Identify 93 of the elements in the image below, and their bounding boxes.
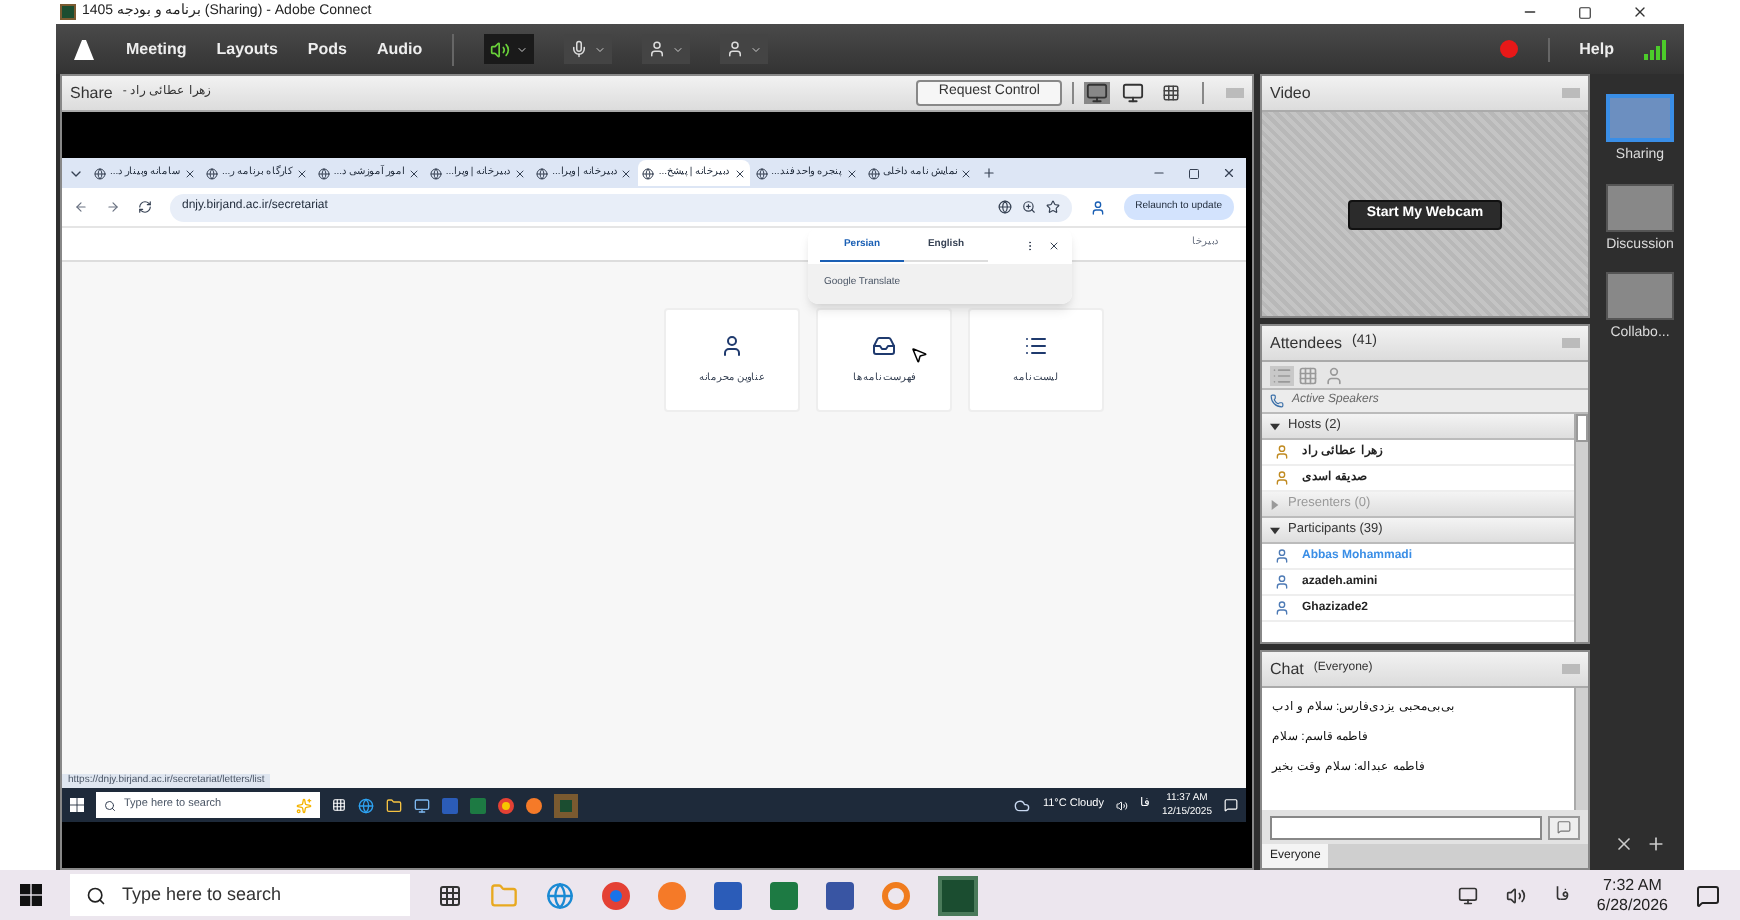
notification-icon[interactable] — [1696, 883, 1720, 907]
close-tab-icon[interactable] — [514, 167, 527, 179]
menu-item[interactable]: Meeting — [126, 37, 187, 61]
volume-icon[interactable] — [1506, 885, 1527, 905]
signal-icon — [1644, 39, 1668, 59]
attendee-icon — [1274, 470, 1290, 486]
menu-item[interactable]: Pods — [307, 37, 347, 61]
close-tab-icon[interactable] — [407, 167, 420, 179]
caret-icon — [750, 43, 763, 55]
search-icon — [104, 799, 116, 811]
search-field[interactable]: Type here to search — [70, 874, 410, 916]
language-indicator[interactable]: فا — [1554, 881, 1569, 909]
sparkle-icon — [296, 797, 312, 813]
layout-thumbnail[interactable] — [1606, 272, 1674, 320]
scrollbar[interactable] — [1574, 688, 1588, 810]
globe-icon — [755, 167, 768, 179]
close-icon[interactable] — [1614, 834, 1634, 854]
caret-icon — [516, 43, 529, 55]
collapsed-triangle-icon — [1270, 499, 1280, 509]
new-tab-icon[interactable] — [982, 166, 997, 180]
pod-title: Chat — [1270, 657, 1304, 681]
maximize-icon[interactable] — [1578, 5, 1592, 19]
volume-icon[interactable] — [1115, 799, 1128, 811]
folder-icon[interactable] — [386, 797, 402, 813]
close-tab-icon[interactable] — [183, 167, 196, 179]
translate-icon[interactable] — [997, 200, 1012, 214]
close-icon[interactable] — [1222, 166, 1236, 180]
menu-item[interactable]: Layouts — [216, 37, 278, 61]
caret-icon — [672, 43, 685, 55]
globe-icon — [205, 167, 218, 179]
add-icon[interactable] — [1646, 834, 1666, 854]
profile-icon[interactable] — [1089, 199, 1106, 215]
windows-start-icon[interactable] — [70, 798, 84, 812]
layout-thumbnail[interactable] — [1606, 94, 1674, 142]
close-tab-icon[interactable] — [620, 167, 633, 179]
close-icon[interactable] — [1048, 240, 1060, 252]
attendee-icon — [1274, 600, 1290, 616]
webcam-icon — [648, 40, 667, 58]
pod-title: Attendees — [1270, 331, 1343, 355]
chat-input[interactable] — [1270, 815, 1542, 839]
send-button[interactable] — [1548, 815, 1580, 839]
bookmark-star-icon[interactable] — [1045, 200, 1060, 214]
speaker-button[interactable] — [484, 34, 535, 64]
mouse-cursor-icon — [910, 346, 928, 364]
attendee-icon — [1274, 548, 1290, 564]
clock-date: 6/28/2026 — [1596, 895, 1668, 915]
pod-title: Video — [1270, 81, 1311, 105]
windows-start-icon[interactable] — [20, 884, 42, 906]
fullscreen-icon[interactable] — [1162, 84, 1180, 102]
reload-icon[interactable] — [138, 200, 152, 214]
phone-icon — [1270, 394, 1284, 408]
person-icon — [720, 333, 744, 358]
globe-icon — [317, 167, 330, 179]
microphone-button[interactable] — [564, 34, 613, 64]
speech-bubble-icon — [1556, 820, 1572, 834]
speaker-icon — [490, 39, 511, 59]
layout-thumbnail[interactable] — [1606, 183, 1674, 231]
close-tab-icon[interactable] — [733, 167, 746, 179]
scrollbar[interactable] — [1574, 414, 1588, 642]
expanded-triangle-icon — [1270, 421, 1280, 431]
actual-size-icon[interactable] — [1120, 82, 1146, 104]
globe-icon — [642, 167, 655, 179]
caret-icon — [594, 43, 607, 55]
globe-icon — [94, 167, 106, 179]
search-placeholder: Type here to search — [122, 881, 282, 908]
weather-icon — [1014, 797, 1031, 813]
expanded-triangle-icon — [1270, 525, 1280, 535]
globe-icon — [429, 167, 442, 179]
globe-icon — [536, 167, 549, 179]
zoom-icon[interactable] — [1021, 200, 1036, 214]
close-tab-icon[interactable] — [295, 167, 308, 179]
help-menu[interactable]: Help — [1579, 37, 1614, 61]
browser-icon[interactable] — [546, 881, 574, 909]
menu-item[interactable]: Audio — [376, 37, 423, 61]
inbox-icon — [872, 333, 896, 358]
pod-title: Share — [70, 81, 113, 105]
attendee-icon — [1274, 444, 1290, 460]
close-icon[interactable] — [1632, 4, 1648, 20]
back-icon[interactable] — [74, 200, 88, 214]
search-icon — [86, 885, 106, 905]
forward-icon[interactable] — [106, 200, 120, 214]
close-tab-icon[interactable] — [845, 167, 858, 179]
close-tab-icon[interactable] — [960, 167, 973, 179]
browser-icon[interactable] — [358, 797, 374, 813]
maximize-icon[interactable] — [1188, 167, 1200, 179]
network-icon[interactable] — [1458, 885, 1479, 905]
task-view-icon[interactable] — [438, 883, 462, 907]
person-icon — [726, 40, 745, 58]
attendee-icon — [1274, 574, 1290, 590]
clock-time: 7:32 AM — [1603, 875, 1662, 895]
globe-icon — [867, 167, 880, 179]
microphone-icon — [570, 40, 589, 58]
fit-view-icon[interactable] — [1084, 82, 1110, 104]
